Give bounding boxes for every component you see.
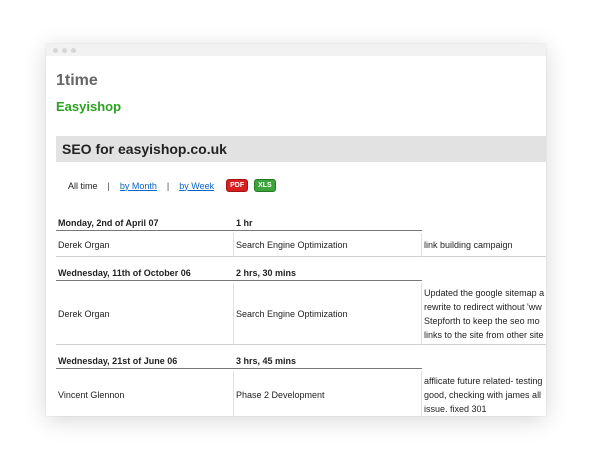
app-title: 1time [56,72,98,89]
log-note-line: link building campaign [424,239,513,250]
filter-by-month-link[interactable]: by Month [120,181,157,191]
browser-window: 1time Easyishop SEO for easyishop.co.uk … [46,44,546,416]
log-note-line: issue. fixed 301 [424,403,487,414]
log-note-line: Updated the google sitemap a [424,287,545,298]
log-person: Derek Organ [56,233,234,257]
window-minimize-dot[interactable] [62,47,67,53]
log-group: Monday, 2nd of April 07 1 hr Derek Organ… [56,217,546,257]
log-group-header: Wednesday, 11th of October 06 2 hrs, 30 … [56,267,546,283]
time-filter-bar: All time | by Month | by Week PDF XLS [68,179,276,192]
window-zoom-dot[interactable] [71,47,76,53]
log-group-header: Wednesday, 21st of June 06 3 hrs, 45 min… [56,355,546,371]
log-group: Wednesday, 21st of June 06 3 hrs, 45 min… [56,355,546,416]
log-entry-row[interactable]: Derek Organ Search Engine Optimization U… [56,283,546,345]
export-xls-icon[interactable]: XLS [254,179,276,192]
log-note-line: good, checking with james all [424,389,542,400]
log-note: afflicate future related- testing good, … [422,371,546,416]
section-title: SEO for easyishop.co.uk [62,141,227,157]
log-note-line: links to the site from other site [424,329,544,340]
client-name: Easyishop [56,99,122,114]
filter-separator: | [166,180,170,191]
log-duration: 2 hrs, 30 mins [234,267,422,281]
log-note-line: afflicate future related- testing [424,375,543,386]
log-group-header: Monday, 2nd of April 07 1 hr [56,217,546,233]
filter-separator: | [107,180,110,191]
log-category: Search Engine Optimization [234,233,422,257]
log-date: Wednesday, 21st of June 06 [56,355,234,369]
filter-all-time[interactable]: All time [68,181,98,191]
log-entry-row[interactable]: Vincent Glennon Phase 2 Development affl… [56,371,546,416]
log-duration: 1 hr [234,217,422,231]
log-entry-row[interactable]: Derek Organ Search Engine Optimization l… [56,233,546,257]
log-note: Updated the google sitemap a rewrite to … [422,283,546,345]
log-person: Derek Organ [56,283,234,345]
log-category: Phase 2 Development [234,371,422,416]
log-group: Wednesday, 11th of October 06 2 hrs, 30 … [56,267,546,345]
section-header: SEO for easyishop.co.uk [56,136,546,162]
export-pdf-icon[interactable]: PDF [226,179,249,192]
log-note: link building campaign [422,233,546,257]
filter-by-week-link[interactable]: by Week [179,181,214,191]
log-duration: 3 hrs, 45 mins [234,355,422,369]
log-date: Monday, 2nd of April 07 [56,217,234,231]
time-log-list: Monday, 2nd of April 07 1 hr Derek Organ… [56,217,546,416]
log-date: Wednesday, 11th of October 06 [56,267,234,281]
log-note-line: rewrite to redirect without 'ww [424,301,542,312]
log-category: Search Engine Optimization [234,283,422,345]
window-titlebar [46,44,546,56]
log-person: Vincent Glennon [56,371,234,416]
log-note-line: Stepforth to keep the seo mo [424,315,540,326]
window-close-dot[interactable] [53,47,58,53]
